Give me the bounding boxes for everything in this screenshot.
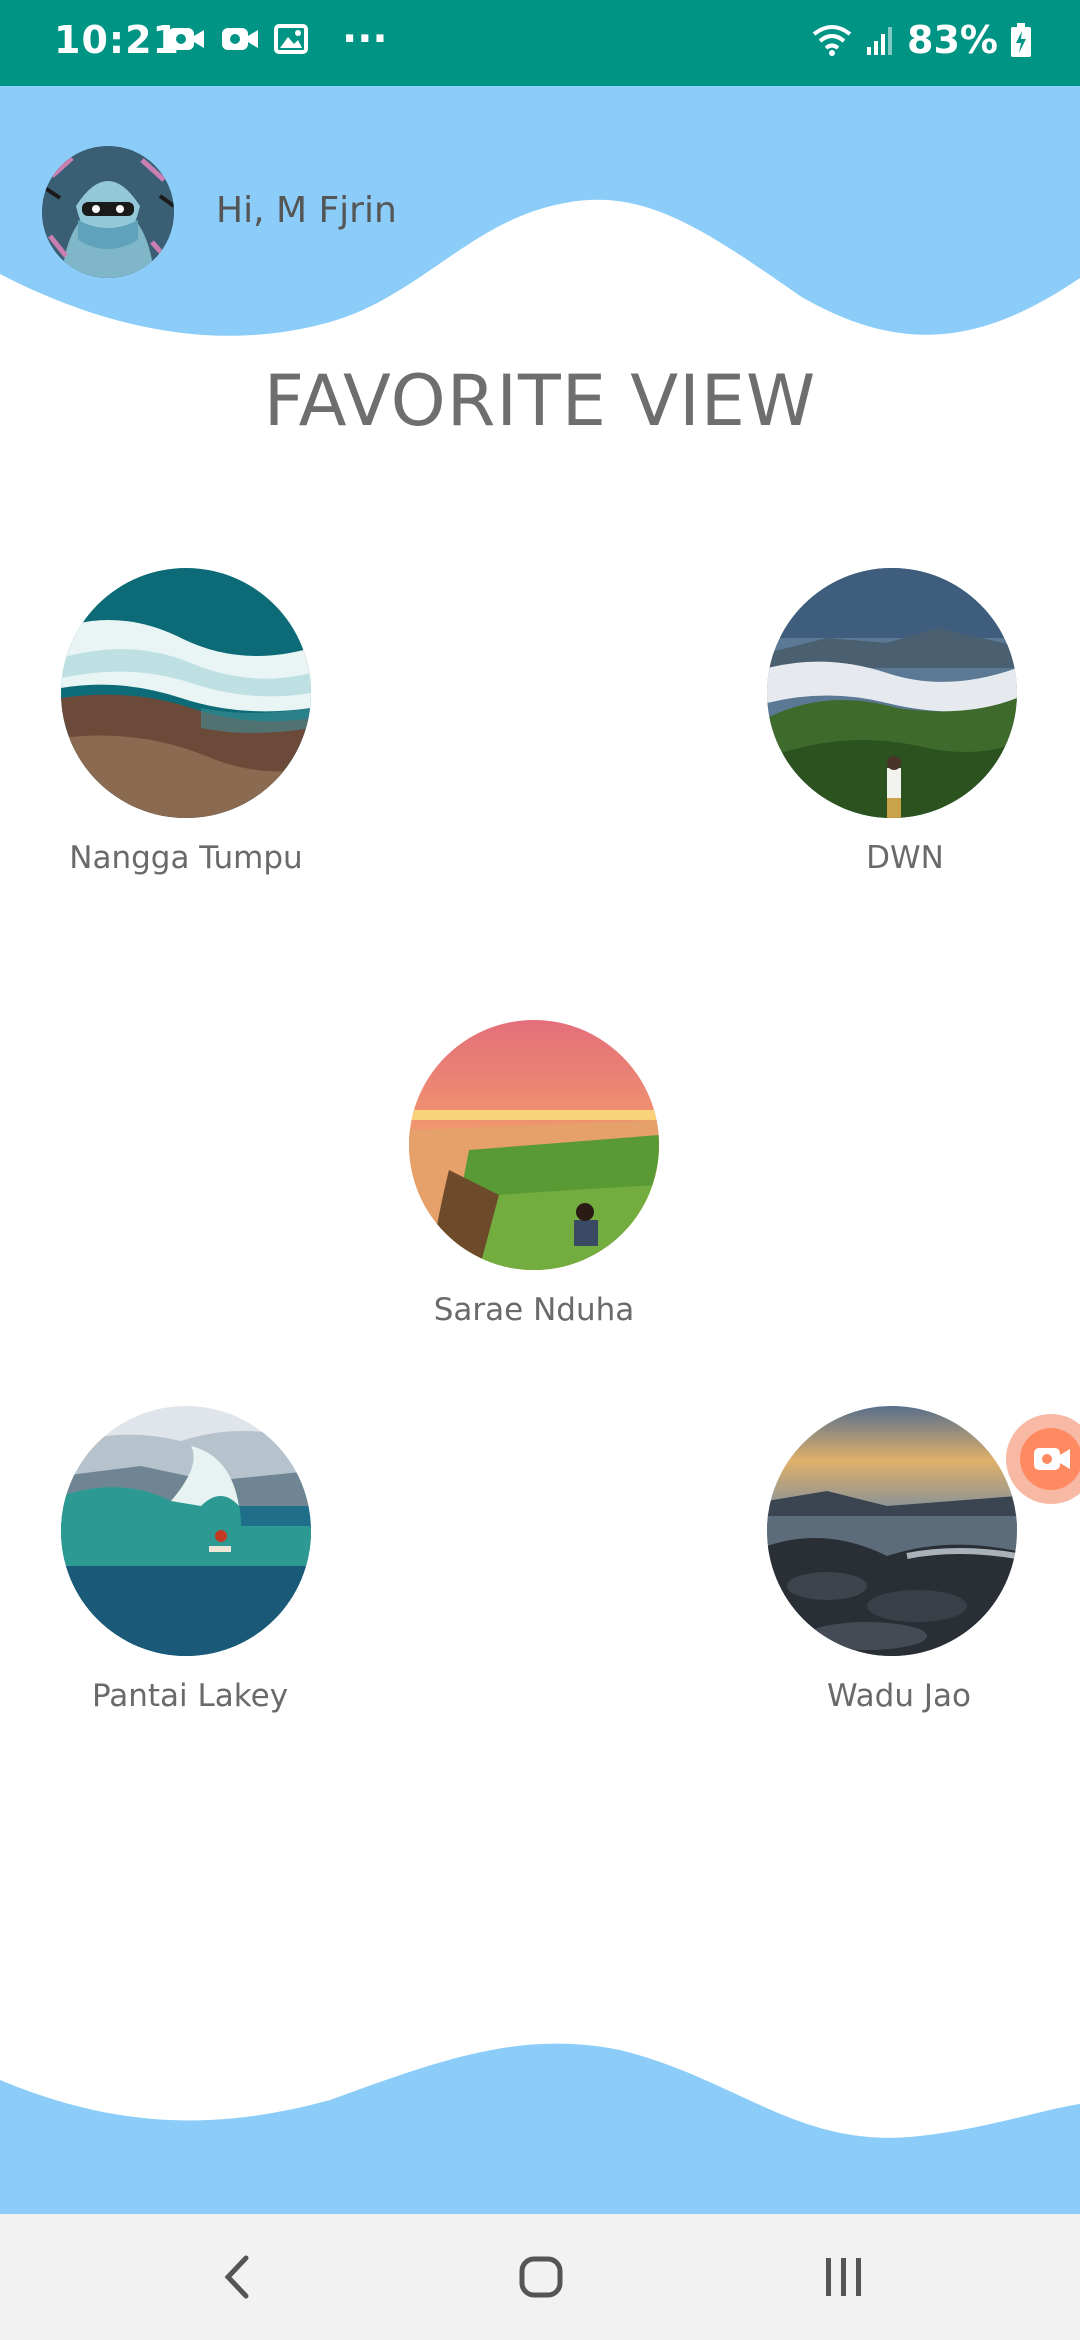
- place-card-sarae-nduha[interactable]: Sarae Nduha: [404, 1020, 664, 1328]
- place-name: DWN: [866, 840, 944, 876]
- place-card-pantai-lakey[interactable]: Pantai Lakey: [56, 1406, 316, 1714]
- status-time: 10:21: [54, 18, 180, 62]
- back-icon[interactable]: [222, 2252, 252, 2302]
- profile-header: Hi, M Fjrin: [0, 86, 1080, 366]
- place-name: Nangga Tumpu: [69, 840, 303, 876]
- system-icons: 83%: [811, 18, 1032, 62]
- avatar[interactable]: [42, 146, 174, 278]
- notification-icons: ···: [166, 16, 388, 62]
- video-call-icon: [168, 28, 204, 50]
- recent-apps-icon[interactable]: [822, 2252, 866, 2302]
- place-name: Pantai Lakey: [91, 1678, 289, 1714]
- place-image[interactable]: [767, 568, 1017, 818]
- wifi-icon: [812, 25, 852, 56]
- image-icon: [274, 24, 308, 54]
- video-call-icon: [222, 28, 258, 50]
- place-card-nangga-tumpu[interactable]: Nangga Tumpu: [56, 568, 316, 876]
- place-image[interactable]: [409, 1020, 659, 1270]
- footer-wave: [0, 2043, 1080, 2214]
- page-title: FAVORITE VIEW: [263, 360, 817, 442]
- place-name: Sarae Nduha: [433, 1292, 635, 1328]
- navigation-bar: [0, 2214, 1080, 2340]
- greeting-text: Hi, M Fjrin: [216, 190, 397, 231]
- battery-percent: 83%: [907, 18, 998, 62]
- signal-icon: [867, 27, 893, 55]
- place-image[interactable]: [767, 1406, 1017, 1656]
- more-dots-icon: ···: [342, 16, 388, 62]
- status-bar: 10:21 ··· 83%: [0, 0, 1080, 86]
- battery-charging-icon: [1011, 23, 1031, 57]
- place-card-wadu-jao[interactable]: Wadu Jao: [762, 1406, 1022, 1714]
- place-card-dwn[interactable]: DWN: [762, 568, 1022, 876]
- place-name: Wadu Jao: [827, 1678, 971, 1714]
- place-image[interactable]: [61, 568, 311, 818]
- place-image[interactable]: [61, 1406, 311, 1656]
- home-icon[interactable]: [518, 2252, 564, 2302]
- video-camera-icon: [1034, 1448, 1070, 1470]
